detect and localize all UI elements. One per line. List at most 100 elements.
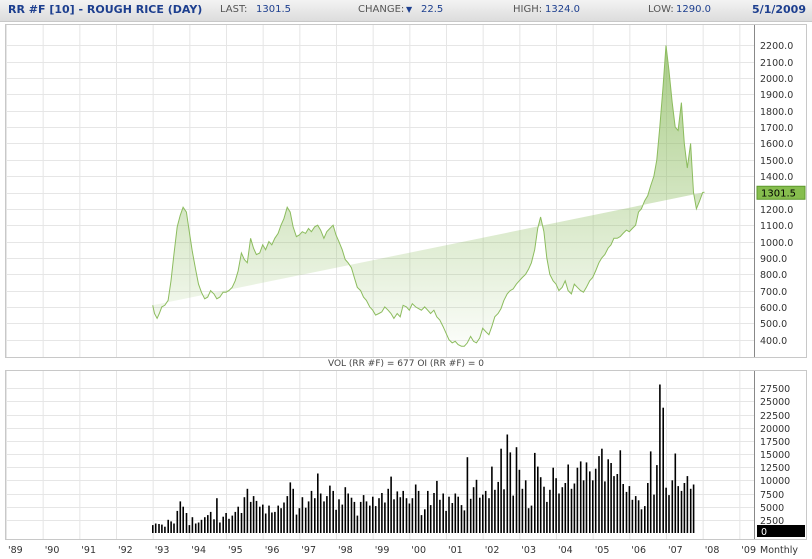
volume-bar xyxy=(689,488,692,533)
price-chart[interactable]: 400.0 500.0 600.0 700.0 800.0 900.0 1000.0 1100… xyxy=(6,25,806,357)
x-tick-label: '96 xyxy=(265,545,280,556)
volume-bar xyxy=(341,504,344,533)
x-tick-label: '94 xyxy=(191,545,206,556)
price-y-tick-label: 1600.0 xyxy=(760,139,793,150)
volume-bar xyxy=(402,490,404,533)
volume-panel[interactable]: 2500 5000 7500 10000 12500 15000 17500 20000 225… xyxy=(5,370,807,540)
volume-bar xyxy=(209,511,212,533)
volume-bar xyxy=(219,522,221,533)
volume-bar xyxy=(167,519,169,533)
volume-bar xyxy=(518,469,521,533)
volume-bar xyxy=(307,501,310,533)
volume-bar xyxy=(436,480,438,533)
volume-bar xyxy=(414,484,417,533)
volume-bar xyxy=(264,513,267,533)
x-tick-label: '89 xyxy=(8,545,23,556)
change-value: 22.5 xyxy=(421,4,444,15)
volume-bar xyxy=(631,499,634,533)
volume-bar xyxy=(579,461,582,533)
volume-bar xyxy=(537,466,539,533)
volume-bar xyxy=(182,506,184,533)
volume-bar xyxy=(353,501,356,533)
volume-bar xyxy=(659,384,661,533)
volume-bar xyxy=(482,494,484,533)
price-y-tick-label: 1900.0 xyxy=(760,90,793,101)
volume-bar xyxy=(204,517,206,533)
volume-bar xyxy=(558,493,560,533)
price-y-tick-label: 1000.0 xyxy=(760,238,793,249)
volume-bar xyxy=(259,506,261,533)
volume-bar xyxy=(445,510,447,533)
price-y-tick-label: 400.0 xyxy=(760,336,787,347)
volume-bar xyxy=(347,493,349,533)
volume-bar xyxy=(390,476,392,533)
volume-bar xyxy=(475,479,478,533)
x-tick-label: '91 xyxy=(81,545,96,556)
last-price-label: 1301.5 xyxy=(761,188,796,199)
volume-bar xyxy=(237,506,239,533)
volume-bar xyxy=(457,496,459,533)
volume-bar xyxy=(527,508,530,533)
volume-bar xyxy=(197,522,200,533)
volume-bar xyxy=(649,451,652,533)
volume-bar xyxy=(314,498,316,533)
x-tick-label: '08 xyxy=(705,545,720,556)
price-panel[interactable]: 400.0 500.0 600.0 700.0 800.0 900.0 1000.0 1100… xyxy=(5,24,807,358)
price-y-tick-label: 1500.0 xyxy=(760,156,793,167)
volume-bar xyxy=(589,471,591,533)
volume-bar xyxy=(592,480,594,533)
volume-bar xyxy=(378,498,380,533)
volume-bar xyxy=(362,495,365,533)
volume-bar xyxy=(637,500,640,533)
x-tick-label: '03 xyxy=(521,545,536,556)
price-y-tick-label: 900.0 xyxy=(760,254,787,265)
volume-bar xyxy=(173,523,175,533)
volume-bar xyxy=(607,459,609,533)
volume-bar xyxy=(338,499,340,533)
high-value: 1324.0 xyxy=(545,4,580,15)
volume-chart[interactable]: 2500500075001000012500150001750020000225… xyxy=(6,371,806,539)
price-y-tick-label: 700.0 xyxy=(760,287,787,298)
volume-bar xyxy=(564,483,567,533)
volume-bar xyxy=(344,487,347,533)
volume-bar xyxy=(185,513,188,533)
volume-bar xyxy=(289,482,292,533)
volume-bar xyxy=(399,497,402,533)
price-y-tick-label: 1100.0 xyxy=(760,221,793,232)
volume-bar xyxy=(427,490,429,533)
volume-bar xyxy=(680,490,683,533)
volume-bar xyxy=(283,502,285,533)
volume-bar xyxy=(310,490,313,533)
symbol-title[interactable]: RR #F [10] - ROUGH RICE (DAY) xyxy=(8,3,202,16)
volume-y-tick-label: 27500 xyxy=(760,384,790,395)
volume-bar xyxy=(472,487,475,533)
volume-bar xyxy=(466,457,469,533)
volume-bar xyxy=(594,468,597,533)
volume-bar xyxy=(188,525,191,533)
volume-bar xyxy=(319,493,322,533)
volume-bar xyxy=(625,491,628,533)
volume-bar xyxy=(677,486,679,533)
volume-bar xyxy=(491,466,493,533)
period-label: Monthly xyxy=(760,545,798,556)
x-tick-label: '99 xyxy=(375,545,390,556)
x-tick-label: '92 xyxy=(118,545,133,556)
volume-bar xyxy=(656,465,658,533)
volume-bar xyxy=(561,487,564,533)
volume-bar xyxy=(506,434,509,533)
volume-bar xyxy=(503,489,505,533)
volume-bar xyxy=(634,496,637,533)
volume-bar xyxy=(665,487,667,533)
x-tick-label: '09 xyxy=(741,545,756,556)
volume-bar xyxy=(524,480,527,533)
price-y-tick-label: 600.0 xyxy=(760,303,787,314)
volume-bar xyxy=(369,505,371,533)
price-y-tick-label: 800.0 xyxy=(760,270,787,281)
volume-bar xyxy=(262,504,264,533)
volume-y-tick-label: 20000 xyxy=(760,424,790,435)
volume-bar xyxy=(546,501,548,533)
x-tick-label: '06 xyxy=(631,545,646,556)
volume-bar xyxy=(619,450,622,533)
volume-y-tick-label: 12500 xyxy=(760,463,790,474)
volume-bar xyxy=(301,497,304,533)
